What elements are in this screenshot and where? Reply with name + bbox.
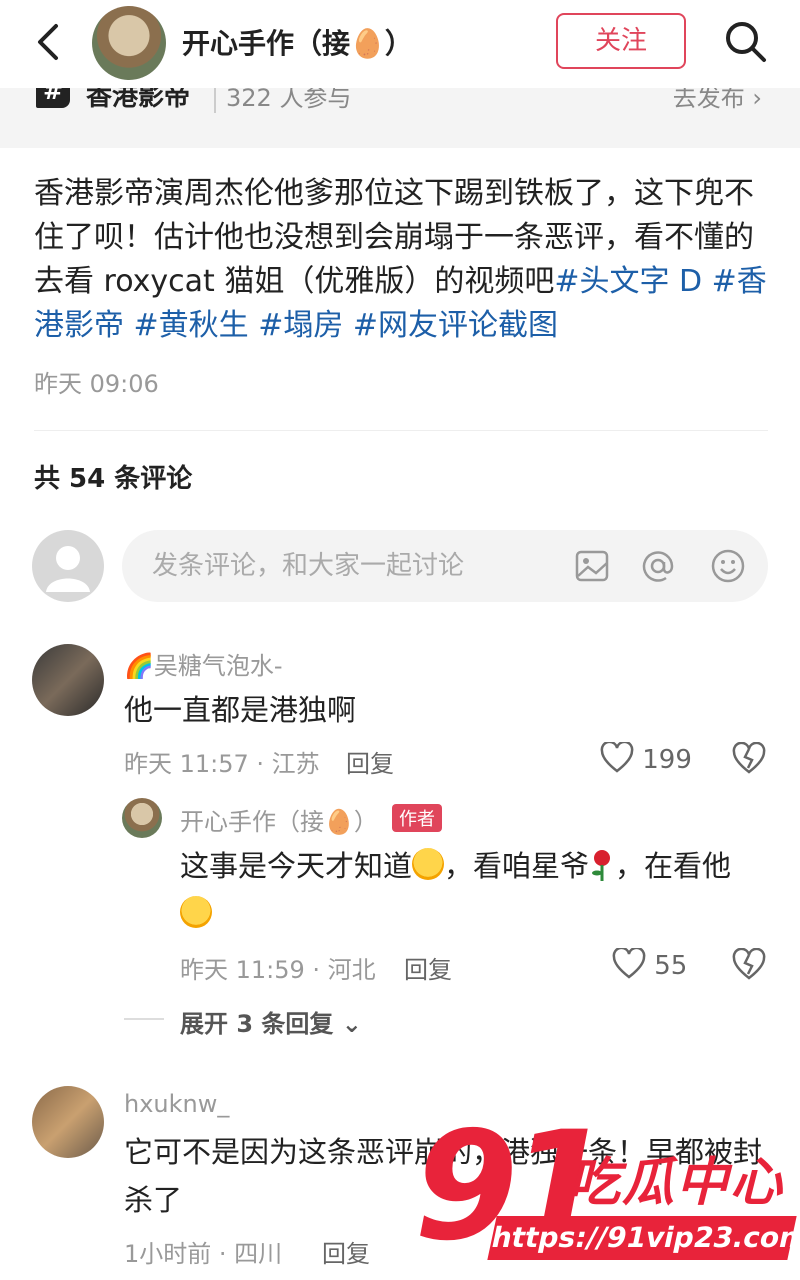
- hashtag-link[interactable]: #黄秋生: [134, 308, 249, 343]
- author-reply-avatar[interactable]: [122, 798, 162, 838]
- image-icon[interactable]: [574, 548, 610, 584]
- emoji-icon[interactable]: [710, 548, 746, 584]
- mention-icon[interactable]: [640, 548, 676, 584]
- author-name[interactable]: 开心手作（接🥚）: [182, 22, 413, 62]
- comment-input-box[interactable]: [122, 530, 768, 602]
- like-button[interactable]: 199: [600, 740, 692, 775]
- post-body: 香港影帝演周杰伦他爹那位这下踢到铁板了，这下兜不住了呗！估计他也没想到会崩塌于一…: [34, 172, 770, 348]
- author-badge: 作者: [392, 804, 442, 832]
- hashtag-link[interactable]: #塌房: [258, 308, 343, 343]
- topic-participant-count: 322 人参与: [214, 88, 351, 113]
- comment-text: 他一直都是港独啊: [124, 693, 357, 727]
- my-avatar: [32, 530, 104, 602]
- rose-emoji-icon: [592, 850, 611, 881]
- commenter-name[interactable]: hxuknw_: [124, 1090, 229, 1118]
- comment-meta: 1小时前 · 四川: [124, 1240, 283, 1268]
- hashtag-link[interactable]: #网友评论截图: [353, 308, 558, 343]
- default-user-icon: [46, 546, 90, 592]
- divider: [124, 1018, 164, 1020]
- expand-replies-button[interactable]: 展开 3 条回复 ⌄: [180, 1004, 362, 1039]
- author-avatar[interactable]: [92, 6, 166, 80]
- watermark-text: 吃瓜中心: [568, 1153, 785, 1213]
- dislike-icon[interactable]: [732, 948, 766, 982]
- like-button[interactable]: 55: [612, 946, 688, 981]
- topic-banner[interactable]: # 香港影帝 322 人参与 去发布 ›: [0, 88, 800, 148]
- back-arrow-icon[interactable]: [30, 22, 70, 62]
- like-count: 199: [642, 745, 692, 775]
- chevron-right-icon: ›: [752, 88, 762, 112]
- comment-meta: 昨天 11:59 · 河北: [180, 956, 376, 984]
- commenter-name[interactable]: 🌈吴糖气泡水-: [124, 646, 283, 681]
- commenter-avatar[interactable]: [32, 644, 104, 716]
- like-count: 55: [654, 951, 688, 981]
- hashtag-icon: #: [36, 88, 70, 108]
- topic-name: 香港影帝: [86, 88, 191, 112]
- search-icon[interactable]: [724, 20, 768, 64]
- comment-meta: 昨天 11:57 · 江苏: [124, 750, 320, 778]
- reply-button[interactable]: 回复: [346, 744, 394, 779]
- top-bar: 开心手作（接🥚） 关注: [0, 0, 800, 88]
- watermark-url: https://91vip23.com: [487, 1216, 800, 1260]
- heart-icon: [612, 946, 646, 979]
- reply-button[interactable]: 回复: [404, 950, 452, 985]
- commenter-name[interactable]: 开心手作（接🥚）: [180, 802, 378, 837]
- reply-button[interactable]: 回复: [322, 1234, 370, 1269]
- comment-text: 这事是今天才知道 ，看咱星爷 ，在看他: [180, 842, 760, 938]
- dislike-icon[interactable]: [732, 742, 766, 776]
- topic-publish-link[interactable]: 去发布 ›: [673, 88, 762, 113]
- comment-input[interactable]: [152, 544, 552, 588]
- grin-sweat-emoji-icon: [412, 848, 445, 880]
- chevron-down-icon: ⌄: [341, 1010, 362, 1038]
- hashtag-link[interactable]: #头文字 D: [554, 264, 702, 299]
- heart-icon: [600, 740, 634, 773]
- post-timestamp: 昨天 09:06: [34, 370, 159, 398]
- comment-count: 共 54 条评论: [34, 464, 193, 494]
- grin-sweat-emoji-icon: [180, 896, 212, 928]
- follow-button[interactable]: 关注: [556, 13, 686, 69]
- divider: [34, 430, 768, 431]
- commenter-avatar[interactable]: [32, 1086, 104, 1158]
